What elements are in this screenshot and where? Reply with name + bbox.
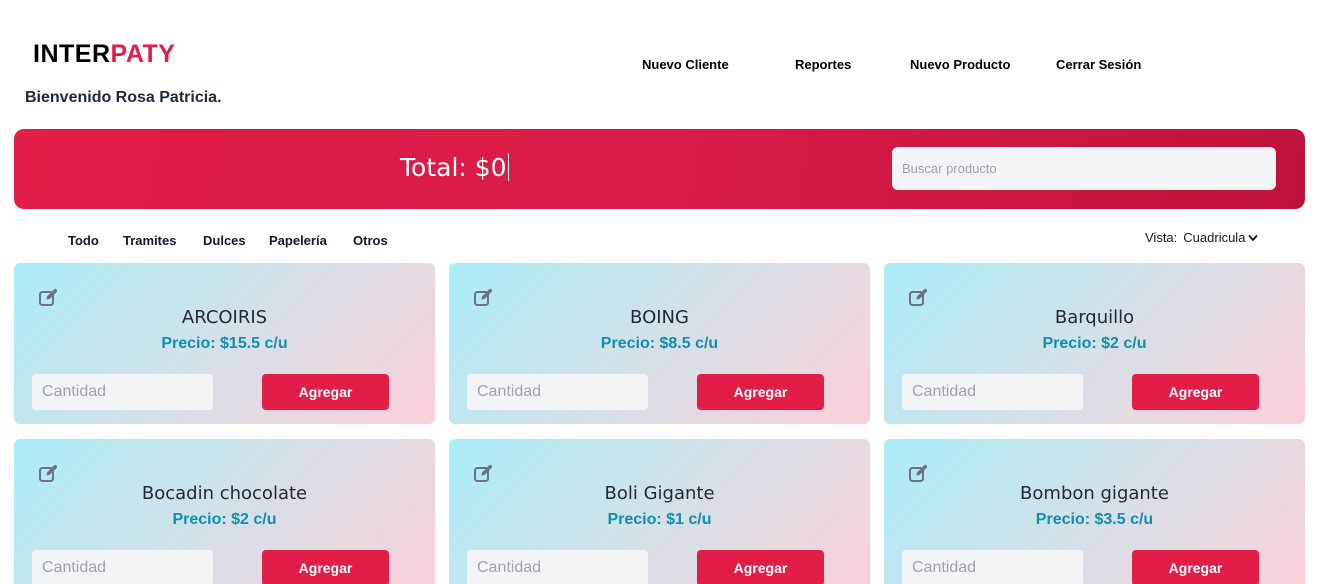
edit-icon[interactable] xyxy=(908,463,928,483)
total-text: Total: $0 xyxy=(400,153,507,182)
nav-reportes[interactable]: Reportes xyxy=(795,57,851,72)
quantity-input[interactable] xyxy=(902,374,1083,410)
filter-papeleria[interactable]: Papelería xyxy=(269,233,327,248)
view-selector: Vista: Cuadricula xyxy=(1145,230,1258,245)
quantity-input[interactable] xyxy=(32,374,213,410)
view-dropdown[interactable]: Cuadricula xyxy=(1183,230,1258,245)
add-button[interactable]: Agregar xyxy=(262,374,389,410)
text-caret xyxy=(507,153,509,181)
welcome-message: Bienvenido Rosa Patricia. xyxy=(25,89,222,106)
product-name: Boli Gigante xyxy=(604,483,715,504)
quantity-input[interactable] xyxy=(467,550,648,584)
product-price: Precio: $15.5 c/u xyxy=(161,335,288,352)
product-name: Bombon gigante xyxy=(1020,483,1169,504)
edit-icon[interactable] xyxy=(473,287,493,307)
filter-tramites[interactable]: Tramites xyxy=(123,233,176,248)
product-name: BOING xyxy=(630,307,689,328)
logo: INTERPATY xyxy=(33,40,175,68)
edit-icon[interactable] xyxy=(38,287,58,307)
add-button[interactable]: Agregar xyxy=(697,550,824,584)
add-button[interactable]: Agregar xyxy=(262,550,389,584)
add-button[interactable]: Agregar xyxy=(1132,374,1259,410)
filter-dulces[interactable]: Dulces xyxy=(203,233,246,248)
nav-nuevo-producto[interactable]: Nuevo Producto xyxy=(910,57,1010,72)
search-input[interactable] xyxy=(892,147,1276,190)
view-selected-value: Cuadricula xyxy=(1183,230,1246,245)
logo-part-2: PATY xyxy=(110,40,176,68)
logo-part-1: INTER xyxy=(33,40,111,68)
product-card: Barquillo Precio: $2 c/u Agregar xyxy=(884,263,1305,424)
product-card: Bombon gigante Precio: $3.5 c/u Agregar xyxy=(884,439,1305,584)
total-display: Total: $0 xyxy=(400,153,509,182)
filter-todo[interactable]: Todo xyxy=(68,233,99,248)
product-price: Precio: $3.5 c/u xyxy=(1035,511,1154,528)
add-button[interactable]: Agregar xyxy=(1132,550,1259,584)
nav-cerrar-sesion[interactable]: Cerrar Sesión xyxy=(1056,57,1141,72)
filter-otros[interactable]: Otros xyxy=(353,233,388,248)
product-name: Barquillo xyxy=(1054,307,1135,328)
product-price: Precio: $1 c/u xyxy=(607,511,712,528)
chevron-down-icon xyxy=(1249,234,1258,241)
product-name: ARCOIRIS xyxy=(181,307,268,328)
product-card: Boli Gigante Precio: $1 c/u Agregar xyxy=(449,439,870,584)
product-card: Bocadin chocolate Precio: $2 c/u Agregar xyxy=(14,439,435,584)
product-price: Precio: $8.5 c/u xyxy=(600,335,719,352)
total-banner: Total: $0 xyxy=(14,129,1305,209)
edit-icon[interactable] xyxy=(473,463,493,483)
product-price: Precio: $2 c/u xyxy=(172,511,277,528)
add-button[interactable]: Agregar xyxy=(697,374,824,410)
product-card: ARCOIRIS Precio: $15.5 c/u Agregar xyxy=(14,263,435,424)
quantity-input[interactable] xyxy=(902,550,1083,584)
product-name: Bocadin chocolate xyxy=(141,483,308,504)
edit-icon[interactable] xyxy=(38,463,58,483)
product-price: Precio: $2 c/u xyxy=(1042,335,1147,352)
quantity-input[interactable] xyxy=(32,550,213,584)
product-card: BOING Precio: $8.5 c/u Agregar xyxy=(449,263,870,424)
view-label: Vista: xyxy=(1145,230,1178,245)
edit-icon[interactable] xyxy=(908,287,928,307)
nav-nuevo-cliente[interactable]: Nuevo Cliente xyxy=(642,57,729,72)
quantity-input[interactable] xyxy=(467,374,648,410)
